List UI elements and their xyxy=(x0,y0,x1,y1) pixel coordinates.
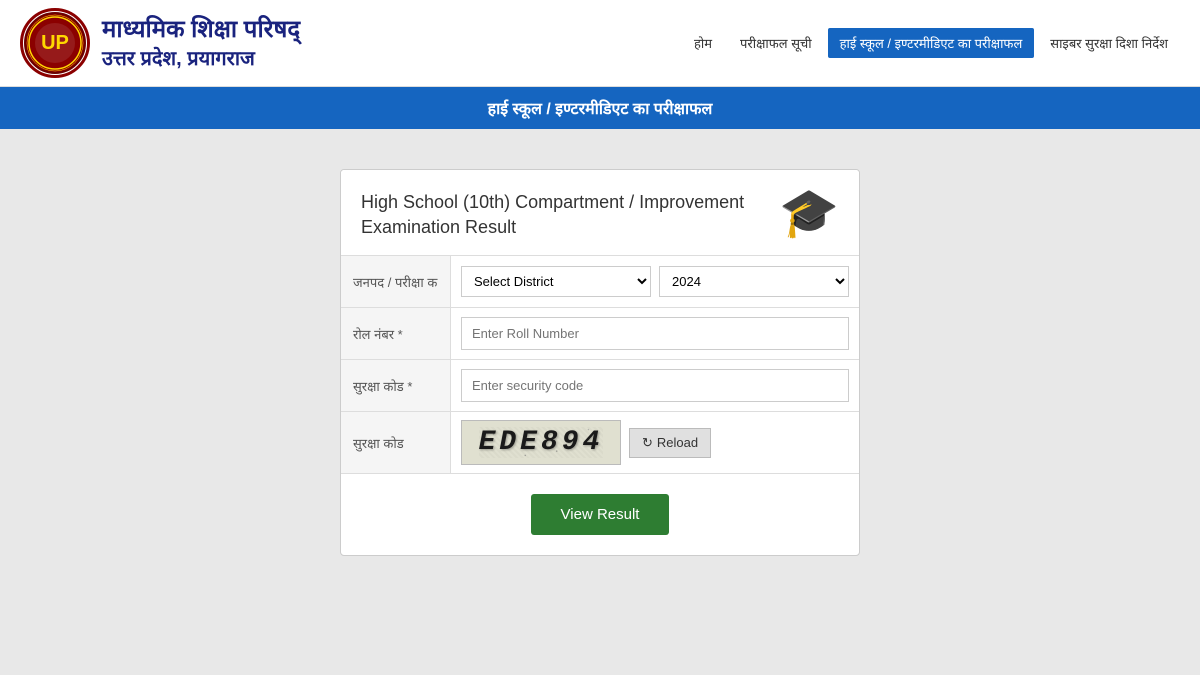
year-select[interactable]: 2024 2023 2022 xyxy=(659,266,849,297)
logo-circle: UP xyxy=(20,8,90,78)
security-code-input-cell xyxy=(451,360,859,411)
roll-number-input[interactable] xyxy=(461,317,849,350)
page-header: UP माध्यमिक शिक्षा परिषद् उत्तर प्रदेश, … xyxy=(0,0,1200,87)
reload-label: Reload xyxy=(657,435,698,450)
logo-svg: UP xyxy=(23,11,87,75)
captcha-label: सुरक्षा कोड xyxy=(341,412,451,473)
district-select[interactable]: Select District Agra Allahabad Lucknow xyxy=(461,266,651,297)
header-title: माध्यमिक शिक्षा परिषद् उत्तर प्रदेश, प्र… xyxy=(102,14,300,71)
form-card-header: High School (10th) Compartment / Improve… xyxy=(341,170,859,256)
title-line1: माध्यमिक शिक्षा परिषद् xyxy=(102,14,300,45)
security-code-row: सुरक्षा कोड * xyxy=(341,360,859,412)
security-code-label: सुरक्षा कोड * xyxy=(341,360,451,411)
nav-home[interactable]: होम xyxy=(682,28,724,58)
roll-input-cell xyxy=(451,308,859,359)
roll-label: रोल नंबर * xyxy=(341,308,451,359)
captcha-image: EDE894 xyxy=(461,420,621,465)
page-banner: हाई स्कूल / इण्टरमीडिएट का परीक्षाफल xyxy=(0,87,1200,129)
captcha-row: सुरक्षा कोड EDE894 ↻ Reload xyxy=(341,412,859,474)
main-content: High School (10th) Compartment / Improve… xyxy=(0,129,1200,609)
form-title: High School (10th) Compartment / Improve… xyxy=(361,190,779,240)
reload-icon: ↻ xyxy=(642,435,653,451)
graduation-cap-icon: 🎓 xyxy=(779,190,839,238)
roll-number-row: रोल नंबर * xyxy=(341,308,859,360)
main-nav: होम परीक्षाफल सूची हाई स्कूल / इण्टरमीडि… xyxy=(682,28,1180,58)
security-code-input[interactable] xyxy=(461,369,849,402)
form-body: जनपद / परीक्षा क Select District Agra Al… xyxy=(341,256,859,555)
svg-text:UP: UP xyxy=(41,32,69,54)
captcha-display-cell: EDE894 ↻ Reload xyxy=(451,412,859,473)
view-result-button[interactable]: View Result xyxy=(531,494,670,535)
form-card: High School (10th) Compartment / Improve… xyxy=(340,169,860,556)
submit-row: View Result xyxy=(341,474,859,555)
header-left: UP माध्यमिक शिक्षा परिषद् उत्तर प्रदेश, … xyxy=(20,8,300,78)
district-row: जनपद / परीक्षा क Select District Agra Al… xyxy=(341,256,859,308)
nav-result-list[interactable]: परीक्षाफल सूची xyxy=(728,28,824,58)
captcha-value: EDE894 xyxy=(479,427,604,458)
banner-text: हाई स्कूल / इण्टरमीडिएट का परीक्षाफल xyxy=(488,101,713,118)
nav-hs-result[interactable]: हाई स्कूल / इण्टरमीडिएट का परीक्षाफल xyxy=(828,28,1035,58)
district-label: जनपद / परीक्षा क xyxy=(341,256,451,307)
reload-captcha-button[interactable]: ↻ Reload xyxy=(629,428,711,458)
submit-label: View Result xyxy=(561,506,640,523)
title-line2: उत्तर प्रदेश, प्रयागराज xyxy=(102,46,300,72)
district-input-cell: Select District Agra Allahabad Lucknow 2… xyxy=(451,256,859,307)
nav-cyber[interactable]: साइबर सुरक्षा दिशा निर्देश xyxy=(1038,28,1180,58)
